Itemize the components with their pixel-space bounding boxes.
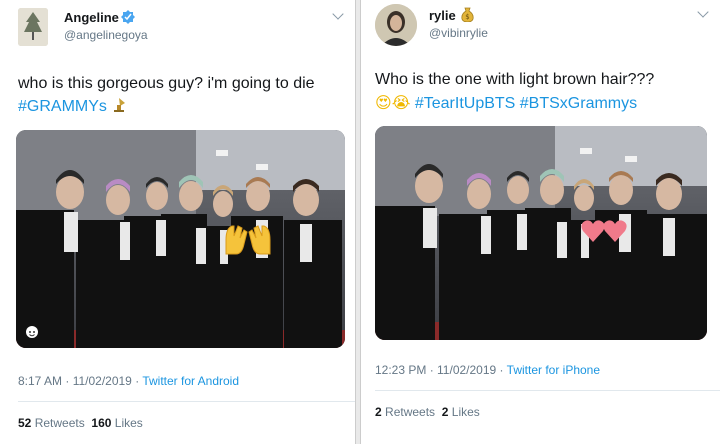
tweet-text-line: Who is the one with light brown hair??? <box>375 71 655 88</box>
retweets-stat[interactable]: 52 Retweets <box>18 416 85 430</box>
gramophone-icon <box>111 97 127 120</box>
retweets-count: 2 <box>375 405 382 419</box>
retweets-label: Retweets <box>385 405 436 419</box>
tweet-text: who is this gorgeous guy? i'm going to d… <box>18 72 315 120</box>
tweet-text-line: who is this gorgeous guy? i'm going to d… <box>18 75 315 92</box>
avatar[interactable] <box>375 4 417 46</box>
handle[interactable]: @vibinrylie <box>429 26 488 40</box>
tweet-text: Who is the one with light brown hair??? … <box>375 68 654 115</box>
tweet-card-left: Angeline @angelinegoya who is this gorge… <box>0 0 356 444</box>
avatar[interactable] <box>18 8 48 46</box>
svg-text:$: $ <box>465 13 469 21</box>
tweet-card-right: rylie $ @vibinrylie Who is the one with … <box>360 0 720 444</box>
hashtag-link[interactable]: #TearItUpBTS <box>415 95 515 112</box>
hashtag-link[interactable]: #GRAMMYs <box>18 98 107 115</box>
display-name[interactable]: Angeline <box>64 10 119 25</box>
likes-count: 2 <box>441 405 449 419</box>
chevron-down-icon[interactable] <box>697 6 709 18</box>
retweets-count: 52 <box>18 416 32 430</box>
two-hearts-emoji <box>581 218 627 249</box>
handle[interactable]: @angelinegoya <box>64 28 148 42</box>
crying-face-emoji: 😭 <box>391 93 411 112</box>
display-name[interactable]: rylie <box>429 8 456 23</box>
likes-stat[interactable]: 2 Likes <box>442 405 480 419</box>
tweet-photo[interactable] <box>16 130 345 348</box>
divider <box>18 401 355 402</box>
tweet-photo[interactable] <box>375 126 707 340</box>
heart-eyes-emoji: 😍 <box>375 93 392 112</box>
likes-count: 160 <box>91 416 112 430</box>
tweet-meta: 12:23 PM · 11/02/2019 · Twitter for iPho… <box>375 363 600 377</box>
tweet-meta: 8:17 AM · 11/02/2019 · Twitter for Andro… <box>18 374 239 388</box>
source-link[interactable]: Twitter for iPhone <box>507 363 600 377</box>
photo-image <box>375 126 707 340</box>
photo-image <box>16 130 345 348</box>
retweets-label: Retweets <box>34 416 85 430</box>
timestamp[interactable]: 12:23 PM · 11/02/2019 · <box>375 363 507 377</box>
likes-label: Likes <box>114 416 143 430</box>
engagement-stats: 2 Retweets 2 Likes <box>375 405 480 419</box>
chevron-down-icon[interactable] <box>332 8 344 20</box>
timestamp[interactable]: 8:17 AM · 11/02/2019 · <box>18 374 142 388</box>
engagement-stats: 52 Retweets 160 Likes <box>18 416 143 430</box>
divider <box>375 390 720 391</box>
media-indicator-icon <box>26 326 38 338</box>
hashtag-link[interactable]: #BTSxGrammys <box>520 95 637 112</box>
likes-label: Likes <box>451 405 480 419</box>
raised-hands-emoji <box>222 222 274 261</box>
money-bag-icon: $ <box>461 7 474 27</box>
retweets-stat[interactable]: 2 Retweets <box>375 405 435 419</box>
likes-stat[interactable]: 160 Likes <box>91 416 142 430</box>
source-link[interactable]: Twitter for Android <box>142 374 239 388</box>
verified-badge-icon <box>121 10 135 29</box>
